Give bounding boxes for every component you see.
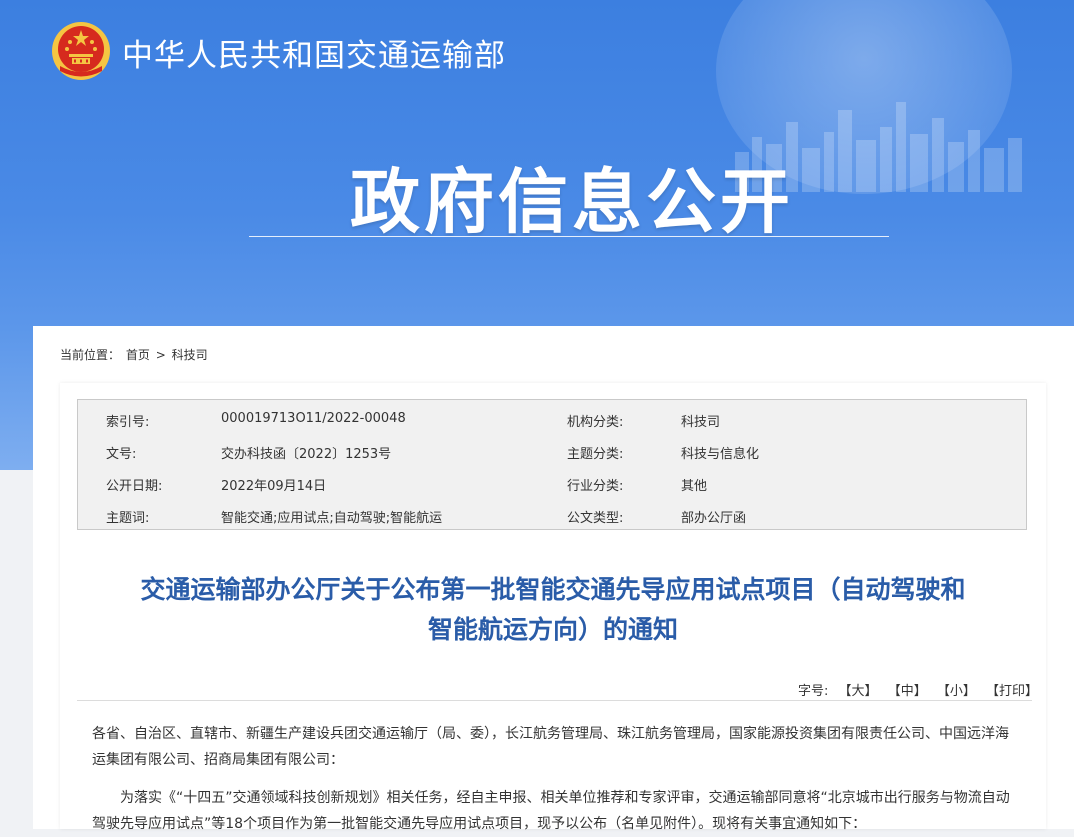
national-emblem-icon <box>52 22 110 80</box>
keywords-value: 智能交通;应用试点;自动驾驶;智能航运 <box>221 511 443 526</box>
topic-value: 科技与信息化 <box>681 447 760 462</box>
body-paragraph-2: 为落实《“十四五”交通领域科技创新规划》相关任务，经自主申报、相关单位推荐和专家… <box>92 790 1010 832</box>
industry-label: 行业分类: <box>567 479 624 494</box>
print-button[interactable]: 【打印】 <box>986 684 1038 699</box>
doctype-label: 公文类型: <box>567 511 624 526</box>
font-size-tools: 字号: 【大】 【中】 【小】 【打印】 <box>798 680 1038 699</box>
org-value: 科技司 <box>681 415 721 430</box>
breadcrumb-current-link[interactable]: 科技司 <box>172 348 208 362</box>
index-label: 索引号: <box>106 415 150 430</box>
font-size-label: 字号: <box>798 684 829 699</box>
breadcrumb-separator: > <box>155 348 166 362</box>
date-value: 2022年09月14日 <box>221 479 327 494</box>
topic-label: 主题分类: <box>567 447 624 462</box>
metadata-row: 公开日期: 2022年09月14日 行业分类: 其他 <box>78 466 1026 498</box>
docno-label: 文号: <box>106 447 137 462</box>
keywords-label: 主题词: <box>106 511 150 526</box>
font-medium-button[interactable]: 【中】 <box>888 684 927 699</box>
index-value: 000019713O11/2022-00048 <box>221 411 406 426</box>
metadata-row: 主题词: 智能交通;应用试点;自动驾驶;智能航运 公文类型: 部办公厅函 <box>78 498 1026 530</box>
document-title-line1: 交通运输部办公厅关于公布第一批智能交通先导应用试点项目（自动驾驶和 <box>140 575 966 604</box>
breadcrumb-prefix: 当前位置： <box>60 348 121 362</box>
metadata-row: 文号: 交办科技函〔2022〕1253号 主题分类: 科技与信息化 <box>78 434 1026 466</box>
breadcrumb: 当前位置： 首页 > 科技司 <box>60 346 210 363</box>
doctype-value: 部办公厅函 <box>681 511 747 526</box>
date-label: 公开日期: <box>106 479 163 494</box>
ministry-name[interactable]: 中华人民共和国交通运输部 <box>122 30 506 75</box>
metadata-table: 索引号: 000019713O11/2022-00048 机构分类: 科技司 文… <box>77 399 1027 530</box>
font-small-button[interactable]: 【小】 <box>937 684 976 699</box>
docno-value: 交办科技函〔2022〕1253号 <box>221 447 392 462</box>
industry-value: 其他 <box>681 479 708 494</box>
org-label: 机构分类: <box>567 415 624 430</box>
metadata-row: 索引号: 000019713O11/2022-00048 机构分类: 科技司 <box>78 402 1026 434</box>
banner-title: 政府信息公开 <box>350 161 794 243</box>
document-title-line2: 智能航运方向）的通知 <box>427 615 678 644</box>
breadcrumb-home-link[interactable]: 首页 <box>126 348 150 362</box>
font-large-button[interactable]: 【大】 <box>839 684 878 699</box>
content-divider <box>77 700 1032 701</box>
document-title: 交通运输部办公厅关于公布第一批智能交通先导应用试点项目（自动驾驶和 智能航运方向… <box>60 570 1046 650</box>
title-underline <box>249 236 889 237</box>
body-paragraph-1: 各省、自治区、直辖市、新疆生产建设兵团交通运输厅（局、委），长江航务管理局、珠江… <box>92 726 1009 768</box>
